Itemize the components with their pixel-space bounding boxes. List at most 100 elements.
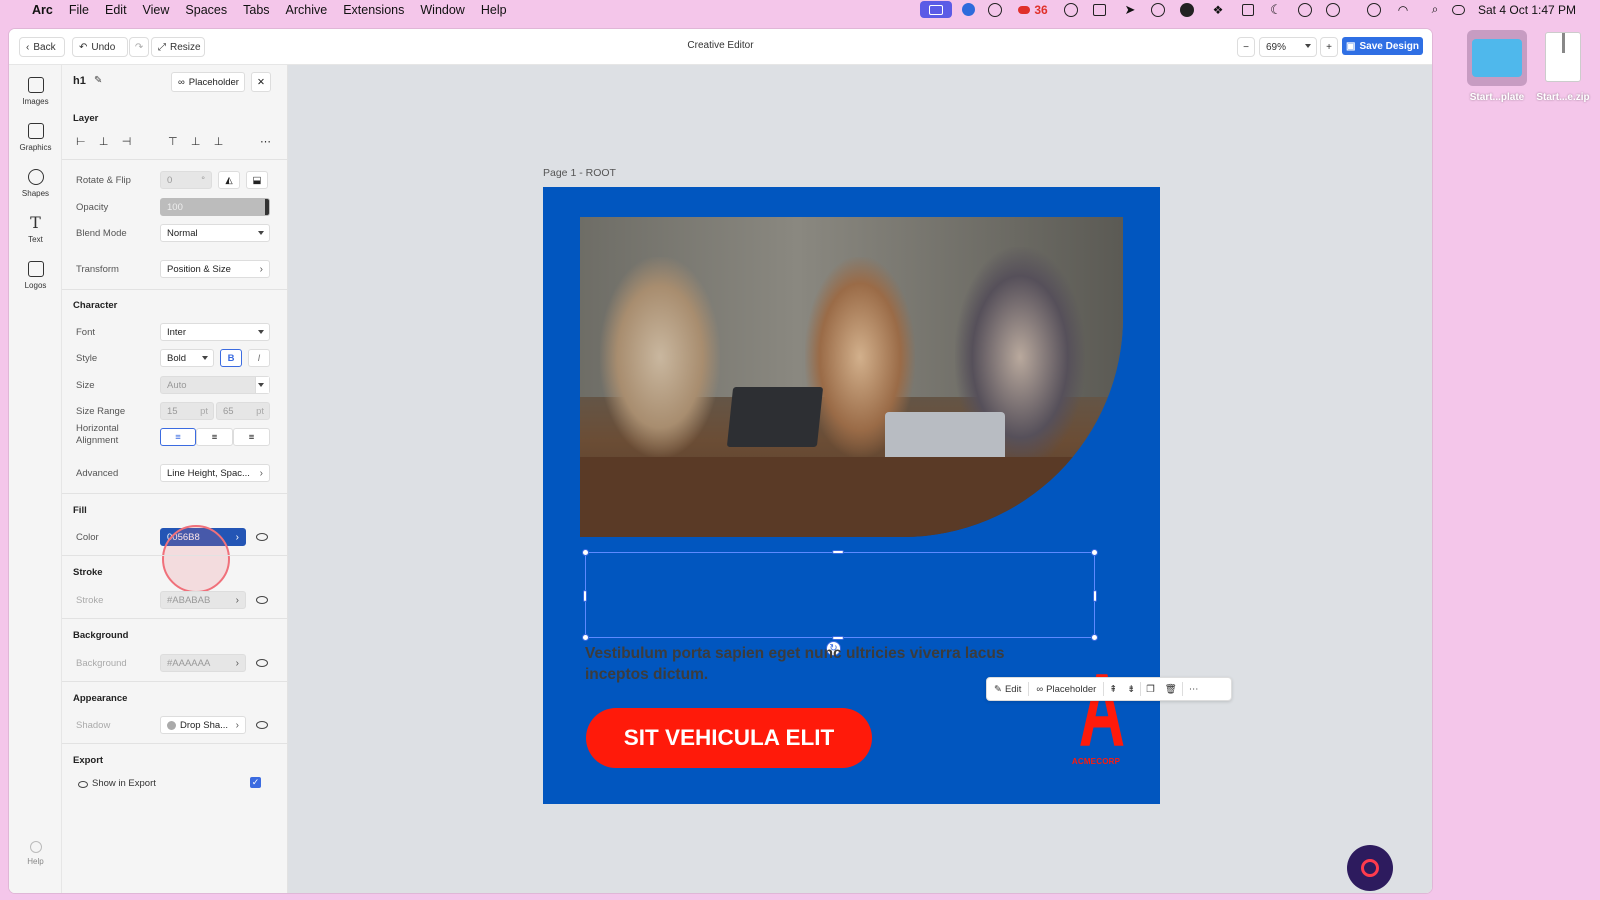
rail-text[interactable]: T Text — [9, 215, 62, 245]
align-text-right-button[interactable]: ≡ — [233, 428, 270, 446]
menu-archive[interactable]: Archive — [278, 3, 336, 17]
opacity-handle[interactable] — [265, 199, 269, 215]
rail-help[interactable]: Help — [9, 841, 62, 866]
align-right-icon[interactable]: ⊣ — [122, 135, 132, 149]
send-backward-icon[interactable]: ⇟ — [1122, 684, 1140, 695]
resize-handle[interactable] — [1093, 590, 1097, 602]
align-left-icon[interactable]: ⊢ — [76, 135, 86, 149]
duplicate-icon[interactable]: ❐ — [1141, 684, 1160, 695]
menu-app-name[interactable]: Arc — [24, 3, 61, 17]
size-range-min[interactable]: 15 pt — [160, 402, 214, 420]
background-color-input[interactable]: #AAAAAA › — [160, 654, 246, 672]
rename-icon[interactable]: ✎ — [94, 75, 102, 86]
rotate-input[interactable]: 0 ° — [160, 171, 212, 189]
placeholder-button[interactable]: ∞ Placeholder — [171, 72, 245, 92]
audio-icon[interactable] — [1179, 0, 1195, 19]
eye-off-icon[interactable] — [256, 596, 268, 604]
flip-vertical-button[interactable]: ⬓ — [246, 171, 268, 189]
menu-view[interactable]: View — [135, 3, 178, 17]
more-icon[interactable]: ⋯ — [1183, 684, 1205, 695]
italic-toggle[interactable]: I — [248, 349, 270, 367]
close-panel-button[interactable]: ✕ — [251, 72, 271, 92]
resize-handle[interactable] — [582, 549, 589, 556]
zoom-icon[interactable] — [960, 0, 976, 19]
resize-handle[interactable] — [832, 550, 844, 554]
menu-file[interactable]: File — [61, 3, 97, 17]
align-middle-icon[interactable]: ⊥ — [191, 135, 201, 149]
stroke-color-input[interactable]: #ABABAB › — [160, 591, 246, 609]
search-icon[interactable]: ⌕ — [1427, 0, 1443, 19]
selected-heading-box[interactable] — [582, 549, 1098, 641]
save-design-button[interactable]: ▣ Save Design — [1342, 37, 1423, 55]
monitor-icon[interactable] — [1091, 0, 1107, 19]
font-select[interactable]: Inter — [160, 323, 270, 341]
align-center-icon[interactable]: ⊥ — [99, 135, 109, 149]
menu-window[interactable]: Window — [412, 3, 472, 17]
eye-off-icon[interactable] — [256, 721, 268, 729]
style-select[interactable]: Bold — [160, 349, 214, 367]
resize-handle[interactable] — [832, 636, 844, 640]
menu-help[interactable]: Help — [473, 3, 515, 17]
distribute-icon[interactable]: ⋯ — [260, 135, 271, 149]
menu-tabs[interactable]: Tabs — [235, 3, 277, 17]
screen-share-icon[interactable] — [920, 1, 952, 18]
rail-graphics[interactable]: Graphics — [9, 123, 62, 152]
rail-logos[interactable]: Logos — [9, 261, 62, 290]
float-placeholder-button[interactable]: ∞ Placeholder — [1029, 684, 1103, 695]
history-icon[interactable] — [1297, 0, 1313, 19]
bring-forward-icon[interactable]: ⇞ — [1104, 684, 1122, 695]
resize-handle[interactable] — [1091, 634, 1098, 641]
design-canvas[interactable]: Page 1 - ROOT ↻ Vestibulum porta sapien … — [288, 65, 1432, 893]
flip-horizontal-button[interactable]: ◭ — [218, 171, 240, 189]
clock[interactable]: Sat 4 Oct 1:47 PM — [1478, 0, 1598, 19]
trash-icon[interactable]: 🗑 — [1160, 684, 1182, 695]
rail-images[interactable]: Images — [9, 77, 62, 106]
chat-launcher-button[interactable] — [1347, 845, 1393, 891]
color-label: Color — [76, 532, 99, 543]
minus-circle-icon[interactable] — [1325, 0, 1341, 19]
moon-icon[interactable]: ☾ — [1268, 0, 1284, 19]
zoom-out-button[interactable]: − — [1237, 37, 1255, 57]
resize-handle[interactable] — [582, 634, 589, 641]
menu-edit[interactable]: Edit — [97, 3, 135, 17]
menu-extensions[interactable]: Extensions — [335, 3, 412, 17]
password-icon[interactable] — [1366, 0, 1382, 19]
transform-button[interactable]: Position & Size › — [160, 260, 270, 278]
design-page[interactable]: ↻ Vestibulum porta sapien eget nunc ultr… — [543, 187, 1232, 804]
eye-off-icon[interactable] — [256, 659, 268, 667]
wifi-icon[interactable]: ◠ — [1395, 0, 1411, 19]
shadow-button[interactable]: Drop Sha... › — [160, 716, 246, 734]
body-text[interactable]: Vestibulum porta sapien eget nunc ultric… — [585, 643, 1055, 685]
send-icon[interactable]: ➤ — [1122, 0, 1138, 19]
opacity-slider[interactable]: 100 — [160, 198, 270, 216]
dropbox-icon[interactable]: ❖ — [1210, 0, 1226, 19]
photo-placeholder[interactable] — [580, 217, 1123, 537]
align-bottom-icon[interactable]: ⊥ — [214, 135, 224, 149]
edit-button[interactable]: ✎ Edit — [987, 684, 1028, 695]
resize-handle[interactable] — [1091, 549, 1098, 556]
show-in-export-checkbox[interactable]: ✓ — [250, 777, 261, 788]
control-center-icon[interactable] — [1450, 0, 1466, 19]
blend-select[interactable]: Normal — [160, 224, 270, 242]
rail-shapes[interactable]: Shapes — [9, 169, 62, 198]
size-select[interactable]: Auto — [160, 376, 270, 394]
bold-toggle[interactable]: B — [220, 349, 242, 367]
align-text-left-button[interactable]: ≡ — [160, 428, 196, 446]
cta-button[interactable]: SIT VEHICULA ELIT — [586, 708, 872, 768]
window-icon[interactable] — [1240, 0, 1256, 19]
advanced-button[interactable]: Line Height, Spac... › — [160, 464, 270, 482]
play-icon[interactable] — [1150, 0, 1166, 19]
menu-spaces[interactable]: Spaces — [177, 3, 235, 17]
circle-icon[interactable] — [987, 0, 1003, 19]
size-range-max[interactable]: 65 pt — [216, 402, 270, 420]
openai-icon[interactable] — [1063, 0, 1079, 19]
desktop-zip[interactable]: Start...e.zip — [1528, 30, 1598, 103]
resize-handle[interactable] — [583, 590, 587, 602]
zoom-in-button[interactable]: + — [1320, 37, 1338, 57]
align-top-icon[interactable]: ⊤ — [168, 135, 178, 149]
desktop-folder[interactable]: Start...plate — [1462, 30, 1532, 103]
eye-icon[interactable] — [256, 533, 268, 541]
zoom-select[interactable]: 69% — [1259, 37, 1317, 57]
align-text-center-button[interactable]: ≡ — [196, 428, 233, 446]
notification-badge[interactable]: 36 — [1011, 0, 1055, 19]
